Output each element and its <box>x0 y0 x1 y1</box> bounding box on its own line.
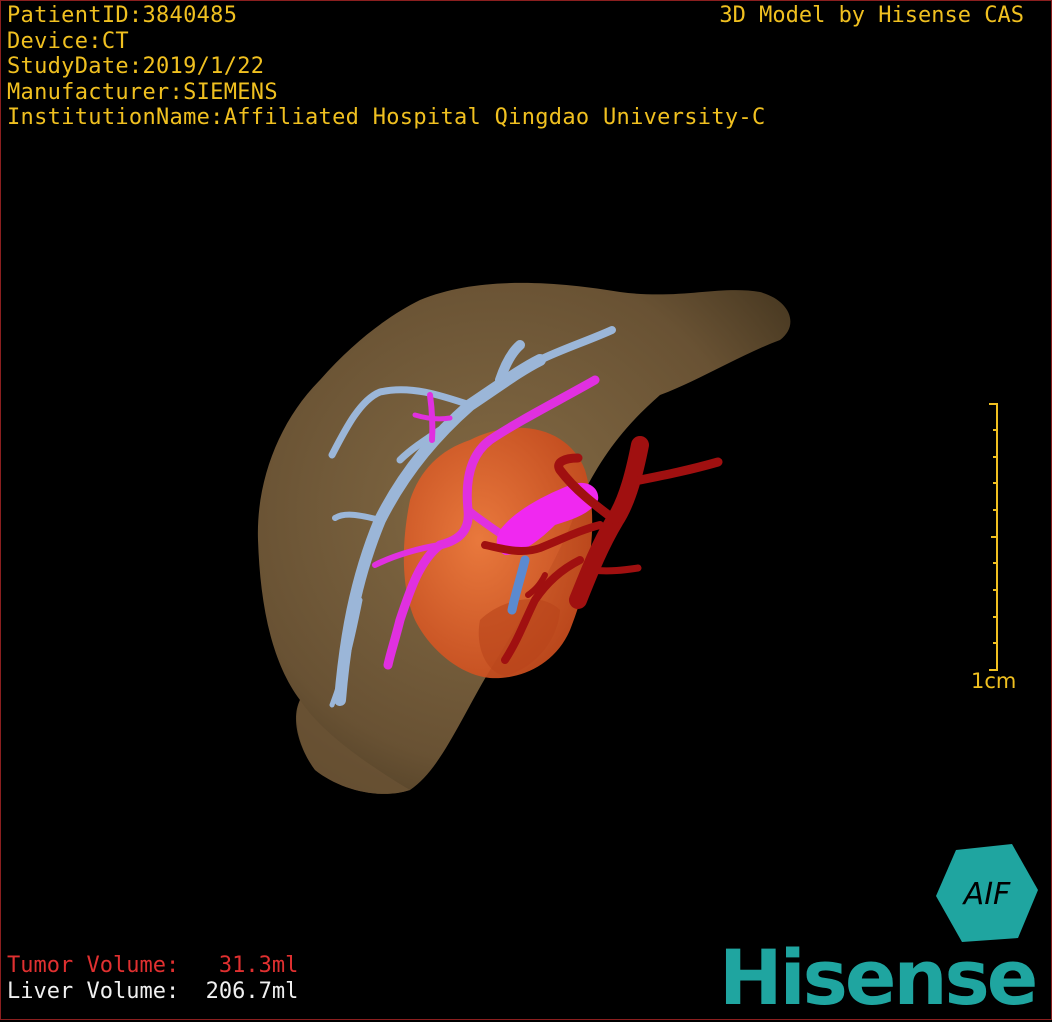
liver-volume-text: Liver Volume: 206.7ml <box>7 979 299 1004</box>
institution-text: InstitutionName:Affiliated Hospital Qing… <box>7 105 766 130</box>
hisense-logo: Hisense <box>719 933 1038 1022</box>
3d-model-viewport[interactable] <box>0 0 1052 1020</box>
ai-logo-letters: AIF <box>962 877 1011 912</box>
volume-readout: Tumor Volume: 31.3ml Liver Volume: 206.7… <box>7 953 298 1005</box>
tumor-volume-text: Tumor Volume: 31.3ml <box>7 953 299 978</box>
study-date-text: StudyDate:2019/1/22 <box>7 54 265 79</box>
patient-id-text: PatientID:3840485 <box>7 3 238 28</box>
model-credit-label: 3D Model by Hisense CAS <box>719 3 1024 28</box>
scale-bar-label: 1cm <box>971 669 1017 693</box>
manufacturer-text: Manufacturer:SIEMENS <box>7 79 278 105</box>
scale-bar <box>989 403 998 671</box>
study-info-overlay: PatientID:3840485 Device:CT StudyDate:20… <box>7 3 766 131</box>
ai-cube-logo: AIF <box>936 844 1038 942</box>
device-text: Device:CT <box>7 28 129 54</box>
